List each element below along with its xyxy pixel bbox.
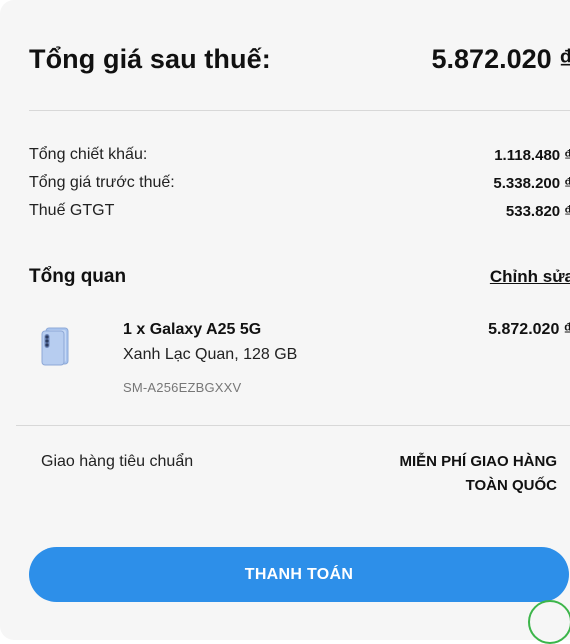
vat-row: Thuế GTGT 533.820 ₫	[29, 197, 570, 225]
vat-label: Thuế GTGT	[29, 202, 115, 219]
pretax-row: Tổng giá trước thuế: 5.338.200 ₫	[29, 169, 570, 197]
shipping-value: MIỄN PHÍ GIAO HÀNG TOÀN QUỐC	[399, 450, 557, 498]
checkout-button[interactable]: THANH TOÁN	[29, 547, 569, 602]
discount-label: Tổng chiết khấu:	[29, 146, 148, 163]
product-price: 5.872.020 ₫	[488, 321, 570, 338]
shipping-method: Giao hàng tiêu chuẩn	[41, 453, 194, 470]
pretax-value: 5.338.200 ₫	[493, 174, 570, 192]
divider-middle	[16, 425, 570, 426]
shipping-value-line1: MIỄN PHÍ GIAO HÀNG	[399, 453, 557, 470]
grand-total-label: Tổng giá sau thuế:	[29, 44, 271, 74]
shipping-row: Giao hàng tiêu chuẩn MIỄN PHÍ GIAO HÀNG …	[41, 450, 570, 498]
grand-total-row: Tổng giá sau thuế: 5.872.020 ₫	[29, 44, 570, 75]
product-sku: SM-A256EZBGXXV	[123, 380, 242, 395]
product-name: 1 x Galaxy A25 5G	[123, 321, 262, 338]
phone-thumbnail-icon	[40, 326, 76, 366]
corner-ring-icon	[528, 600, 570, 644]
pretax-label: Tổng giá trước thuế:	[29, 174, 175, 191]
vat-value: 533.820 ₫	[505, 202, 570, 220]
discount-value: 1.118.480 ₫	[494, 146, 570, 164]
grand-total-value: 5.872.020 ₫	[431, 44, 570, 74]
product-info: 1 x Galaxy A25 5G Xanh Lạc Quan, 128 GB …	[123, 318, 297, 395]
product-variant: Xanh Lạc Quan, 128 GB	[123, 346, 298, 363]
discount-row: Tổng chiết khấu: 1.118.480 ₫	[29, 141, 570, 169]
shipping-value-line2: TOÀN QUỐC	[465, 477, 557, 494]
overview-title: Tổng quan	[29, 266, 127, 287]
order-summary-panel: Tổng giá sau thuế: 5.872.020 ₫ Tổng chiế…	[0, 0, 570, 644]
divider-top	[29, 110, 570, 111]
edit-link[interactable]: Chỉnh sửa	[490, 267, 570, 287]
overview-header: Tổng quan Chỉnh sửa	[29, 266, 570, 288]
price-breakdown: Tổng chiết khấu: 1.118.480 ₫ Tổng giá tr…	[29, 141, 570, 225]
